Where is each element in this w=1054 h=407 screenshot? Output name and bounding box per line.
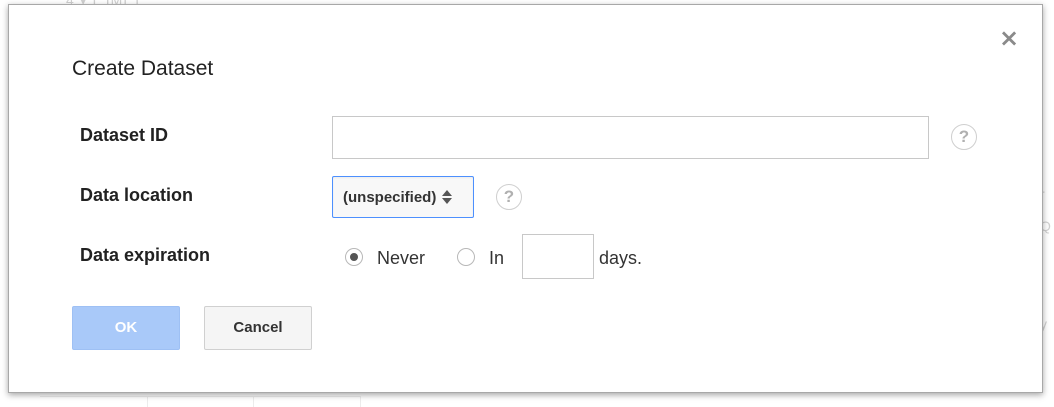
expiration-in-radio[interactable]	[457, 248, 475, 266]
expiration-never-radio[interactable]	[345, 248, 363, 266]
ok-button[interactable]: OK	[72, 306, 180, 350]
expiration-never-label[interactable]: Never	[377, 248, 425, 269]
dataset-id-help-icon[interactable]: ?	[951, 124, 977, 150]
close-icon[interactable]: ×	[998, 26, 1020, 50]
data-expiration-label: Data expiration	[80, 245, 211, 265]
expiration-days-suffix: days.	[599, 248, 643, 268]
page: 4 ▾ L IMI T r Q y × Create Dataset Datas…	[0, 0, 1054, 407]
cancel-button[interactable]: Cancel	[204, 306, 312, 350]
background-divider	[253, 396, 254, 407]
dataset-id-label: Dataset ID	[80, 125, 169, 145]
background-divider	[147, 396, 148, 407]
data-location-help-icon[interactable]: ?	[496, 184, 522, 210]
data-location-selected-value: (unspecified)	[343, 188, 437, 206]
background-divider	[40, 396, 360, 397]
create-dataset-dialog: × Create Dataset Dataset ID ? Data locat…	[8, 4, 1043, 393]
expiration-days-input[interactable]	[522, 234, 594, 279]
select-arrows-icon	[442, 190, 453, 204]
data-location-select[interactable]: (unspecified)	[332, 176, 474, 218]
dialog-title: Create Dataset	[72, 57, 214, 80]
dataset-id-input[interactable]	[332, 116, 929, 159]
expiration-in-label[interactable]: In	[489, 248, 504, 269]
background-divider	[360, 396, 361, 407]
data-location-label: Data location	[80, 185, 194, 205]
radio-selected-dot	[350, 253, 358, 261]
